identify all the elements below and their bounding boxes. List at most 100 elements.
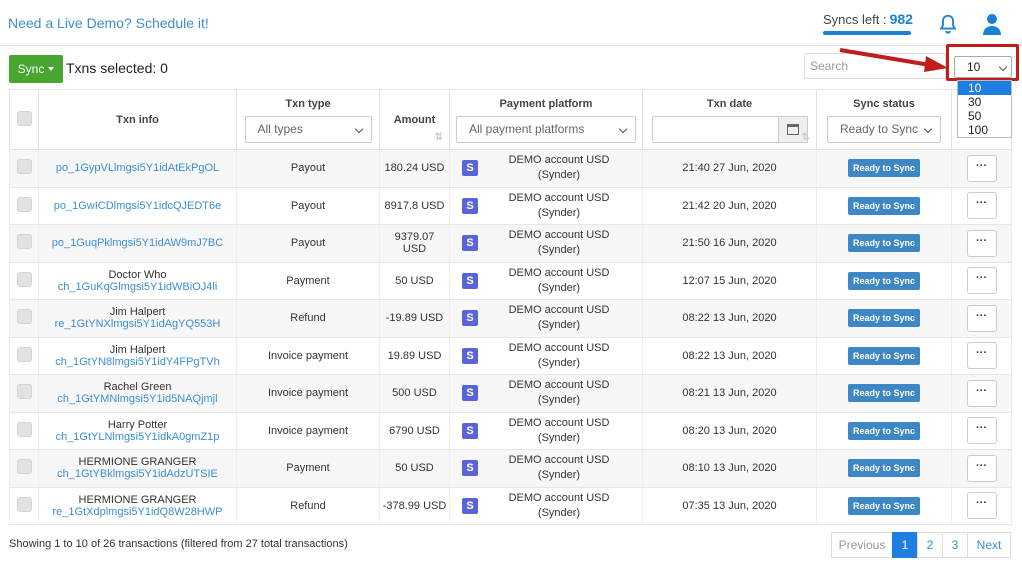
- page-size-dropdown: 10 30 50 100: [957, 80, 1012, 138]
- platform-account: DEMO account USD: [508, 304, 610, 317]
- bell-icon[interactable]: [937, 13, 959, 35]
- txn-id-link[interactable]: ch_1GtYLNlmgsi5Y1idkA0gmZ1p: [41, 431, 234, 443]
- chevron-down-icon: [923, 124, 933, 134]
- payment-platform-filter[interactable]: All payment platforms: [456, 116, 636, 143]
- row-checkbox[interactable]: [16, 384, 32, 400]
- platform-cell: S DEMO account USD (Synder): [449, 262, 643, 300]
- txn-info-cell: Harry Potter ch_1GtYLNlmgsi5Y1idkA0gmZ1p: [38, 412, 237, 450]
- header-txn-info: Txn info: [38, 89, 237, 150]
- txn-id-link[interactable]: po_1GuqPklmgsi5Y1idAW9mJ7BC: [41, 237, 234, 249]
- actions-cell: ···: [951, 299, 1012, 338]
- row-checkbox[interactable]: [16, 271, 32, 287]
- row-select-cell: [9, 412, 39, 450]
- txn-id-link[interactable]: po_1GwICDlmgsi5Y1idcQJEDT6e: [41, 200, 234, 212]
- sync-status-cell: Ready to Sync: [816, 337, 952, 375]
- schedule-demo-link[interactable]: Need a Live Demo? Schedule it!: [8, 15, 209, 31]
- platform-account: DEMO account USD: [508, 341, 610, 354]
- customer-name: HERMIONE GRANGER: [78, 456, 197, 469]
- amount-cell: 8917.8 USD: [379, 187, 450, 225]
- select-all-checkbox[interactable]: [16, 110, 32, 126]
- header-amount[interactable]: Amount ⇅: [379, 89, 450, 150]
- user-icon[interactable]: [983, 13, 1001, 35]
- more-actions-button[interactable]: ···: [966, 192, 997, 220]
- next-page-button[interactable]: Next: [967, 532, 1011, 558]
- table-row: po_1GwICDlmgsi5Y1idcQJEDT6e Payout 8917.8 …: [9, 187, 1012, 225]
- table-row: po_1GypVLlmgsi5Y1idAtEkPgOL Payout 180.24 …: [9, 149, 1012, 188]
- header-txn-date-label: Txn date: [706, 98, 753, 110]
- txn-date-cell: 21:40 27 Jun, 2020: [642, 149, 817, 188]
- synder-logo-icon: S: [462, 160, 478, 177]
- table-row: po_1GuqPklmgsi5Y1idAW9mJ7BC Payout 9379.07…: [9, 224, 1012, 263]
- row-checkbox[interactable]: [16, 421, 32, 437]
- status-badge: Ready to Sync: [847, 309, 921, 328]
- row-checkbox[interactable]: [16, 159, 32, 175]
- more-actions-button[interactable]: ···: [966, 454, 997, 482]
- synder-logo-icon: S: [462, 422, 478, 439]
- sync-status-filter[interactable]: Ready to Sync: [827, 116, 941, 143]
- platform-name: (Synder): [537, 506, 581, 519]
- row-checkbox[interactable]: [16, 309, 32, 325]
- page-size-option[interactable]: 100: [958, 123, 1011, 137]
- txn-date-filter-input[interactable]: [651, 116, 782, 143]
- platform-name: (Synder): [537, 394, 581, 407]
- txn-type-cell: Refund: [236, 487, 380, 525]
- txn-id-link[interactable]: po_1GypVLlmgsi5Y1idAtEkPgOL: [41, 162, 234, 174]
- sync-status-cell: Ready to Sync: [816, 224, 952, 263]
- status-badge: Ready to Sync: [847, 384, 921, 403]
- row-checkbox[interactable]: [16, 196, 32, 212]
- status-badge: Ready to Sync: [847, 234, 921, 253]
- txn-id-link[interactable]: ch_1GtYBklmgsi5Y1idAdzUTSIE: [41, 468, 234, 480]
- txn-type-cell: Invoice payment: [236, 337, 380, 375]
- more-actions-button[interactable]: ···: [966, 492, 997, 520]
- platform-account: DEMO account USD: [508, 229, 610, 242]
- amount-cell: 50 USD: [379, 449, 450, 488]
- more-actions-button[interactable]: ···: [966, 379, 997, 407]
- page-size-select[interactable]: 10: [954, 56, 1012, 78]
- more-actions-button[interactable]: ···: [966, 267, 997, 295]
- more-actions-button[interactable]: ···: [966, 342, 997, 370]
- header-sync-status: Sync status Ready to Sync: [816, 89, 952, 150]
- row-checkbox[interactable]: [16, 459, 32, 475]
- sync-status-cell: Ready to Sync: [816, 487, 952, 525]
- actions-cell: ···: [951, 187, 1012, 225]
- page-3-button[interactable]: 3: [942, 532, 968, 558]
- more-actions-button[interactable]: ···: [966, 417, 997, 445]
- page-size-option[interactable]: 10: [958, 81, 1011, 95]
- platform-name: (Synder): [537, 431, 581, 444]
- row-select-cell: [9, 187, 39, 225]
- page-size-value: 10: [967, 60, 981, 74]
- page-size-option[interactable]: 30: [958, 95, 1011, 109]
- txn-id-link[interactable]: re_1GtYNXlmgsi5Y1idAgYQ553H: [41, 318, 234, 330]
- sync-status-cell: Ready to Sync: [816, 149, 952, 188]
- row-checkbox[interactable]: [16, 496, 32, 512]
- transactions-table: Txn info Txn type All types Amount ⇅ Pay…: [9, 89, 1012, 525]
- customer-name: Rachel Green: [103, 381, 172, 394]
- syncs-left-label: Syncs left :: [823, 12, 887, 27]
- sync-button[interactable]: Sync: [9, 55, 63, 83]
- previous-page-button[interactable]: Previous: [831, 532, 893, 558]
- status-badge: Ready to Sync: [847, 421, 921, 440]
- row-select-cell: [9, 374, 39, 413]
- row-checkbox[interactable]: [16, 234, 32, 250]
- actions-cell: ···: [951, 449, 1012, 488]
- more-actions-button[interactable]: ···: [966, 304, 997, 332]
- row-checkbox[interactable]: [16, 346, 32, 362]
- txn-type-filter[interactable]: All types: [244, 116, 372, 143]
- amount-cell: 9379.07 USD: [379, 224, 450, 263]
- more-actions-button[interactable]: ···: [966, 229, 997, 257]
- amount-cell: -19.89 USD: [379, 299, 450, 338]
- txn-id-link[interactable]: ch_1GtYMNlmgsi5Y1id5NAQjmjl: [41, 393, 234, 405]
- txn-id-link[interactable]: ch_1GuKqGlmgsi5Y1idWBiOJ4li: [41, 281, 234, 293]
- row-select-cell: [9, 224, 39, 263]
- page-size-option[interactable]: 50: [958, 109, 1011, 123]
- platform-account: DEMO account USD: [508, 191, 610, 204]
- page-1-button[interactable]: 1: [892, 532, 918, 558]
- syncs-left-count: 982: [889, 11, 913, 27]
- txn-id-link[interactable]: ch_1GtYN8lmgsi5Y1idY4FPgTVh: [41, 356, 234, 368]
- table-row: Jim Halpert ch_1GtYN8lmgsi5Y1idY4FPgTVh In…: [9, 337, 1012, 375]
- more-actions-button[interactable]: ···: [966, 154, 997, 182]
- txn-id-link[interactable]: re_1GtXdplmgsi5Y1idQ8W28HWP: [41, 506, 234, 518]
- page-2-button[interactable]: 2: [917, 532, 943, 558]
- amount-cell: 6790 USD: [379, 412, 450, 450]
- sort-icon: ⇅: [801, 132, 810, 143]
